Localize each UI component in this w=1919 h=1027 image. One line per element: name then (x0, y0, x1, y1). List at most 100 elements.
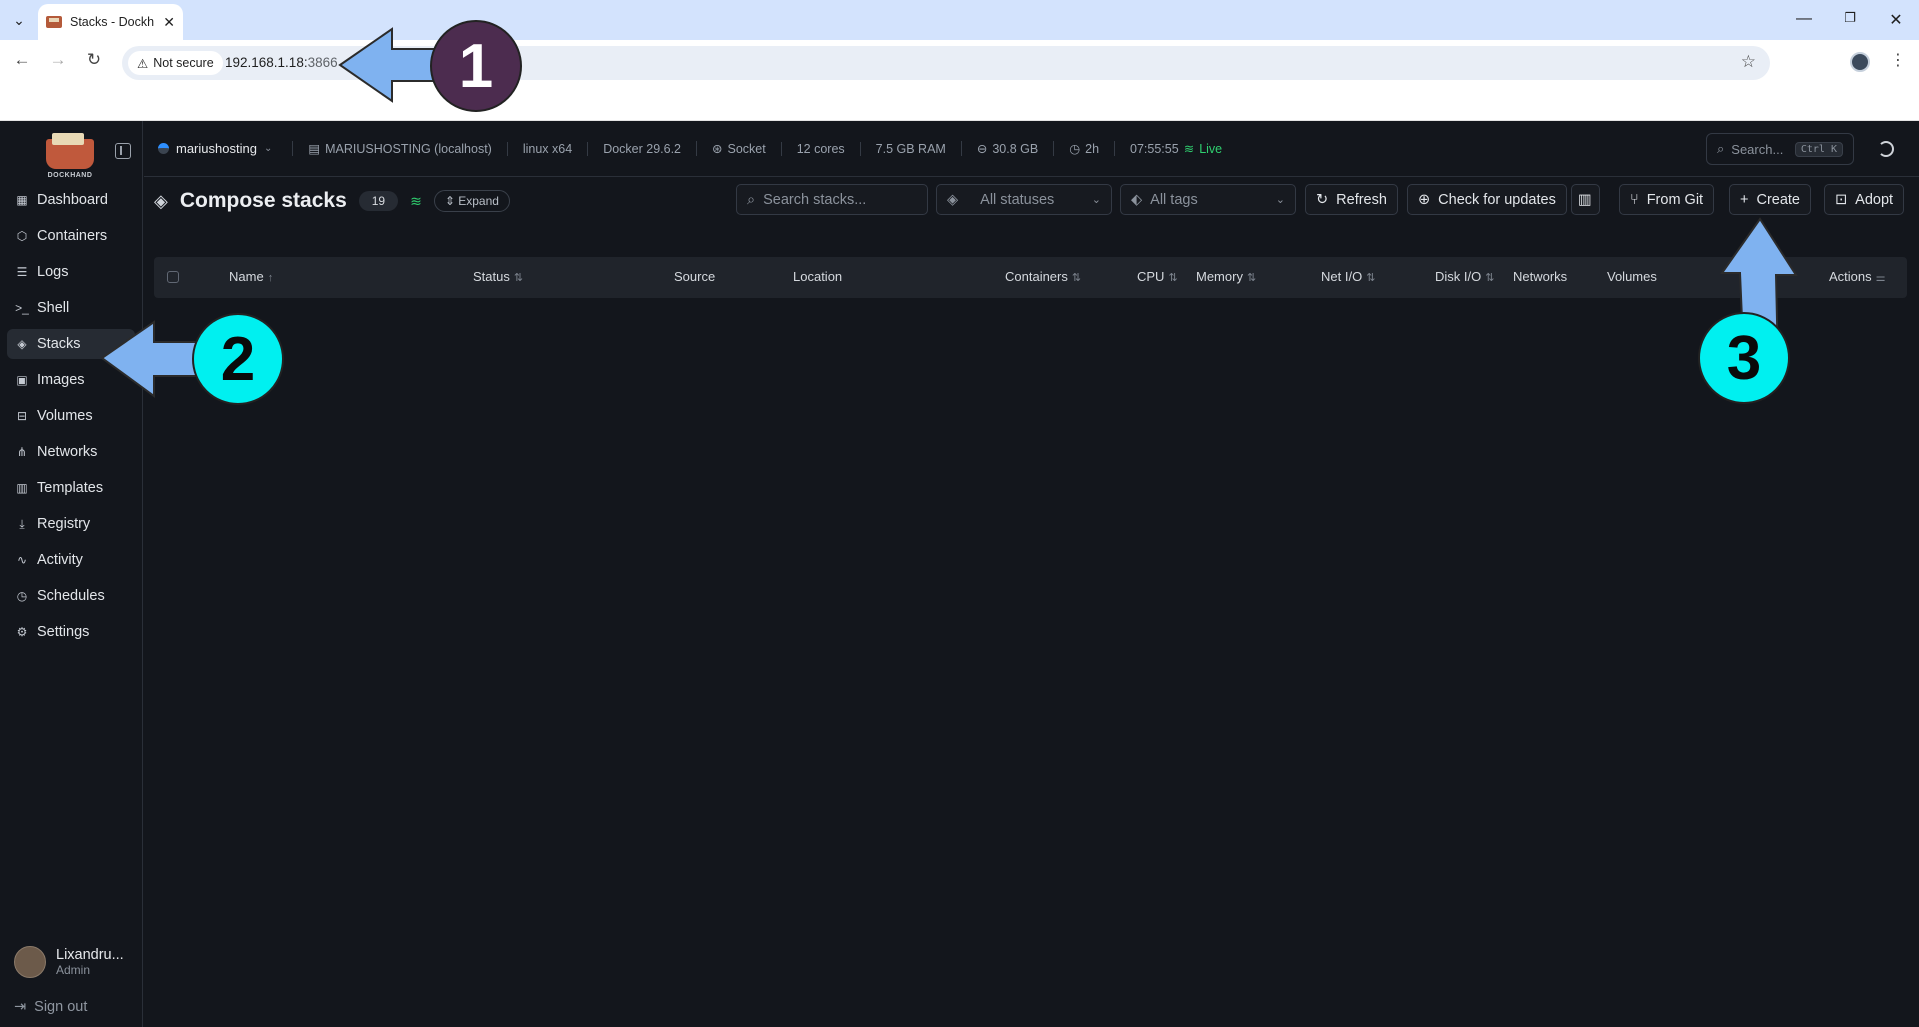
timer-icon: ◷ (16, 589, 28, 603)
plug-icon: ⊛ (712, 142, 723, 156)
sort-icon: ⇅ (1168, 272, 1178, 284)
sidebar-item-containers[interactable]: ⬡ Containers (7, 221, 135, 251)
page-header: ◈ Compose stacks 19 ≋ ⇕ Expand ⌕ Search … (144, 177, 1919, 235)
sidebar-item-label: Volumes (37, 408, 93, 424)
uptime-item: ◷ 2h (1053, 141, 1114, 156)
sort-icon: ⇅ (513, 272, 524, 284)
page-title-group: ◈ Compose stacks 19 ≋ ⇕ Expand (154, 189, 510, 213)
sort-icon: ⇅ (1071, 272, 1082, 284)
col-disk-io[interactable]: Disk I/O ⇅ (1435, 269, 1494, 284)
disk-item: ⊖ 30.8 GB (960, 141, 1053, 156)
col-volumes: Volumes (1607, 269, 1657, 284)
avatar (14, 946, 46, 978)
col-status[interactable]: Status ⇅ (473, 269, 523, 284)
plus-icon: + (1740, 191, 1749, 208)
sidebar-item-label: Networks (37, 444, 98, 460)
download-icon: ⤓ (19, 516, 25, 531)
environment-selector[interactable]: mariushosting ⌄ (158, 141, 272, 156)
sidebar-item-dashboard[interactable]: ▦ Dashboard (7, 185, 135, 215)
environment-icon (158, 143, 169, 154)
minimize-icon[interactable]: — (1794, 10, 1814, 28)
adopt-button[interactable]: ⊡ Adopt (1824, 184, 1905, 215)
global-search[interactable]: ⌕ Search... Ctrl K (1706, 133, 1854, 165)
refresh-icon: ↻ (1316, 191, 1329, 208)
images-icon: ▣ (16, 373, 28, 387)
chevrons-icon: ⇕ (444, 194, 455, 208)
browser-tab[interactable]: Stacks - Dockh ✕ (38, 4, 183, 40)
reload-icon[interactable]: ↻ (84, 50, 104, 70)
layers-filter-icon: ◈ (947, 191, 959, 208)
socket-item: ⊛ Socket (696, 141, 781, 156)
stacks-table-header: Name ↑ Status ⇅ Source Location Containers… (154, 257, 1907, 298)
create-button[interactable]: + Create (1729, 184, 1811, 215)
url-text[interactable]: 192.168.1.18:3866 (225, 55, 338, 70)
stack-search-input[interactable]: ⌕ Search stacks... (736, 184, 928, 215)
dockhand-logo[interactable]: DOCKHAND (42, 129, 98, 181)
theme-toggle-icon[interactable] (1878, 141, 1894, 157)
tag-filter-select[interactable]: ⬖ All tags ⌄ (1120, 184, 1296, 215)
sidebar-item-label: Registry (37, 516, 91, 532)
col-net-io[interactable]: Net I/O ⇅ (1321, 269, 1375, 284)
stack-search-placeholder: Search stacks... (763, 191, 867, 208)
chevron-down-icon: ⌄ (1275, 194, 1285, 206)
layers-icon: ◈ (154, 190, 168, 211)
grid-layout-icon: ▥ (1578, 191, 1592, 208)
clock-item: 07:55:55 ≋ Live (1114, 141, 1237, 156)
stacks-table-body (154, 298, 1907, 488)
sidebar-item-volumes[interactable]: ⊟ Volumes (7, 401, 135, 431)
sign-out-link[interactable]: ⇥ Sign out (14, 999, 87, 1015)
from-git-button[interactable]: ⑂ From Git (1619, 184, 1715, 215)
sidebar-item-label: Schedules (37, 588, 105, 604)
search-icon: ⌕ (747, 191, 756, 208)
tag-filter-value: All tags (1150, 191, 1198, 208)
sidebar-item-label: Images (37, 372, 85, 388)
logo-label: DOCKHAND (47, 172, 93, 179)
layout-toggle-button[interactable]: ▥ (1571, 184, 1600, 215)
sidebar-item-schedules[interactable]: ◷ Schedules (7, 581, 135, 611)
user-profile[interactable]: Lixandru... Admin (14, 946, 124, 978)
close-window-icon[interactable]: ✕ (1886, 10, 1906, 30)
shortcut-hint: Ctrl K (1794, 141, 1843, 157)
col-memory[interactable]: Memory ⇅ (1196, 269, 1256, 284)
clock-icon: ◷ (1069, 142, 1081, 156)
sidebar-item-registry[interactable]: ⤓ Registry (7, 509, 135, 539)
column-settings-icon[interactable]: ⚌ (1876, 272, 1886, 284)
host-item: ▤ MARIUSHOSTING (localhost) (292, 141, 507, 156)
dashboard-icon: ▦ (16, 193, 28, 207)
expand-button[interactable]: ⇕ Expand (433, 190, 510, 212)
forward-icon[interactable]: → (48, 50, 68, 70)
sidebar-item-settings[interactable]: ⚙ Settings (7, 617, 135, 647)
select-all-checkbox[interactable] (167, 271, 179, 283)
restore-icon[interactable]: ❐ (1840, 10, 1860, 26)
chevron-down-icon: ⌄ (1091, 194, 1101, 206)
annotation-badge-2: 2 (192, 313, 284, 405)
sidebar-item-shell[interactable]: >_ Shell (7, 293, 135, 323)
col-cpu[interactable]: CPU ⇅ (1137, 269, 1178, 284)
close-tab-icon[interactable]: ✕ (163, 14, 175, 31)
sidebar-item-logs[interactable]: ☰ Logs (7, 257, 135, 287)
col-containers[interactable]: Containers ⇅ (1005, 269, 1081, 284)
not-secure-chip[interactable]: ⚠ Not secure (128, 51, 223, 75)
refresh-button[interactable]: ↻ Refresh (1305, 184, 1398, 215)
profile-avatar[interactable] (1850, 52, 1870, 72)
col-name[interactable]: Name ↑ (229, 269, 273, 284)
col-actions: Actions ⚌ (1829, 269, 1886, 284)
browser-menu-icon[interactable]: ⋮ (1890, 50, 1906, 70)
sidebar-item-templates[interactable]: ▥ Templates (7, 473, 135, 503)
status-filter-select[interactable]: ◈ All statuses ⌄ (936, 184, 1112, 215)
logs-icon: ☰ (16, 265, 28, 279)
sidebar-collapse-icon[interactable] (115, 143, 131, 159)
user-name: Lixandru... (56, 947, 124, 963)
chevron-down-icon: ⌄ (263, 143, 273, 154)
environment-name: mariushosting (176, 141, 257, 156)
annotation-badge-3: 3 (1698, 312, 1790, 404)
bookmark-star-icon[interactable]: ☆ (1741, 52, 1756, 72)
check-updates-button[interactable]: ⊕ Check for updates (1407, 184, 1567, 215)
tab-search-chevron-icon[interactable]: ⌄ (8, 9, 30, 31)
sidebar-item-networks[interactable]: ⋔ Networks (7, 437, 135, 467)
sidebar-item-activity[interactable]: ∿ Activity (7, 545, 135, 575)
server-icon: ▤ (308, 142, 321, 156)
wifi-icon: ≋ (1183, 142, 1195, 156)
sort-icon: ⇅ (1246, 272, 1257, 284)
back-icon[interactable]: ← (12, 50, 32, 70)
